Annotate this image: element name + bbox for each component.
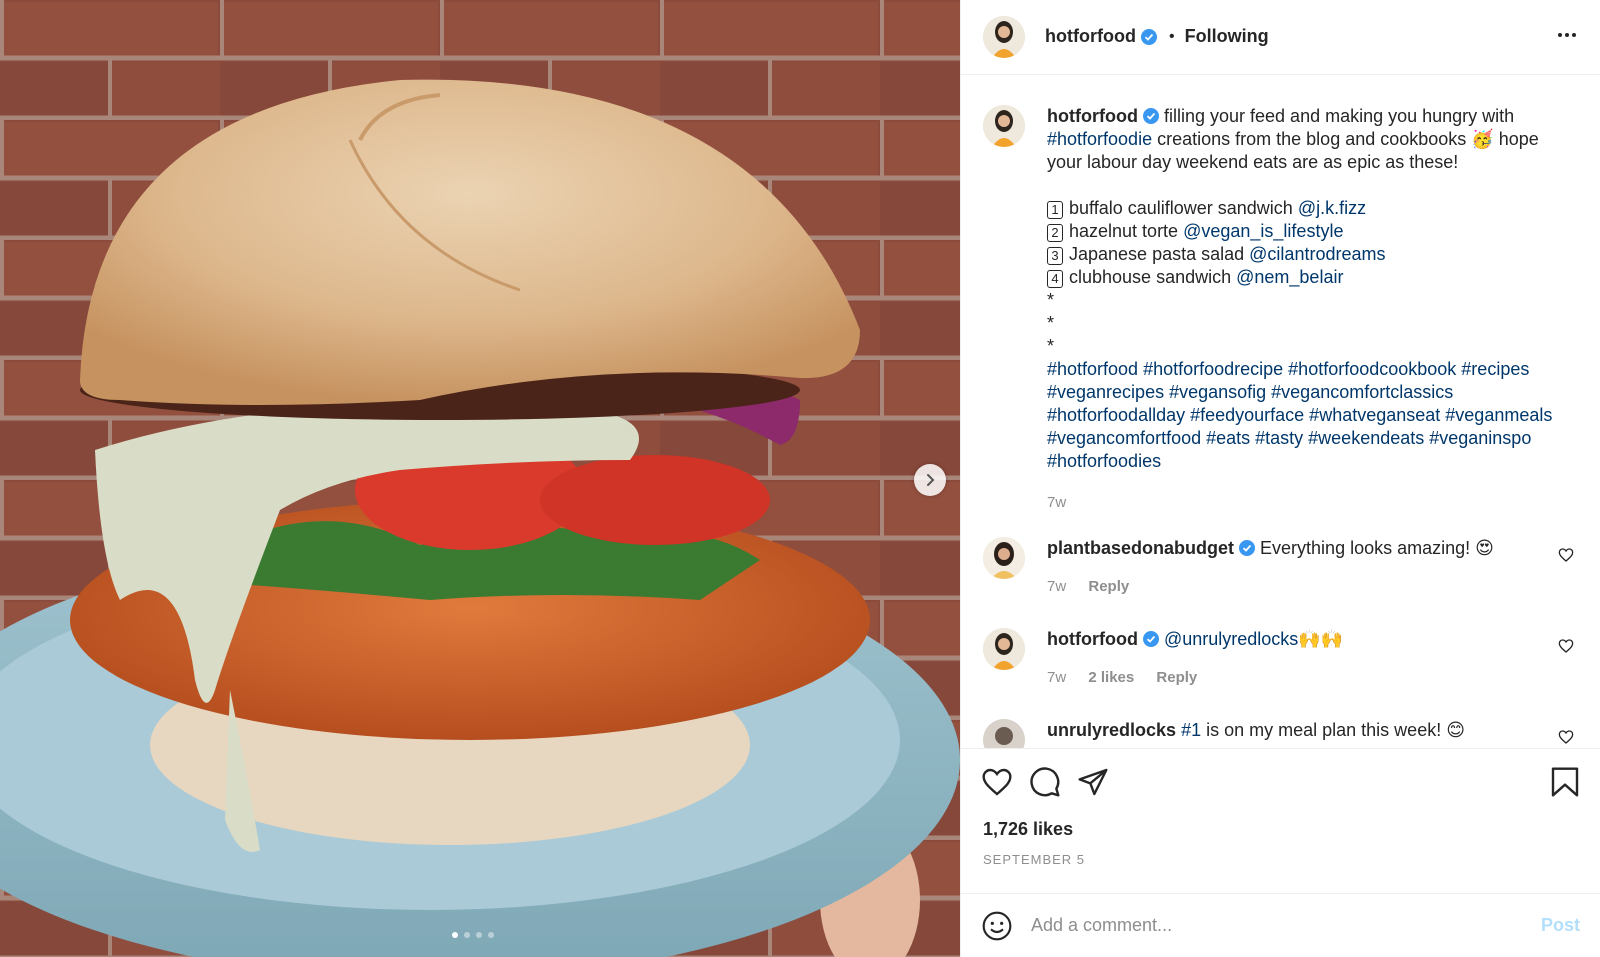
mention-link[interactable]: #1 (1181, 720, 1201, 740)
avatar[interactable] (983, 104, 1025, 147)
post-actions: 1,726 likes SEPTEMBER 5 Post (961, 747, 1600, 957)
more-icon[interactable] (1556, 24, 1578, 46)
comment-text: Everything looks amazing! 😍 (1260, 537, 1494, 558)
mention-link[interactable]: @cilantrodreams (1249, 244, 1385, 264)
heart-icon[interactable] (981, 766, 1013, 798)
comment-time[interactable]: 7w (1047, 669, 1066, 686)
next-arrow-icon (927, 474, 935, 486)
post-date: SEPTEMBER 5 (983, 851, 1086, 867)
mention-link[interactable]: @unrulyredlocks (1164, 629, 1298, 649)
header-username[interactable]: hotforfood (1045, 26, 1136, 47)
comment-meta: 7w 2 likes Reply (1047, 666, 1343, 689)
caption-list-item: 3 Japanese pasta salad @cilantrodreams (1047, 243, 1578, 266)
comment-meta: 7w Reply (1047, 575, 1494, 598)
caption-list-item: 1 buffalo cauliflower sandwich @j.k.fizz (1047, 197, 1578, 220)
post-header: hotforfood • Following (961, 0, 1600, 75)
comment-input[interactable] (1031, 915, 1541, 936)
comment-likes[interactable]: 2 likes (1088, 669, 1134, 686)
mention-link[interactable]: @nem_belair (1236, 267, 1343, 287)
hashtag-link[interactable]: #hotforfoodie (1047, 129, 1152, 149)
mention-link[interactable]: @j.k.fizz (1298, 198, 1366, 218)
action-icons (981, 765, 1580, 799)
comment-text: 🙌🙌 (1298, 628, 1344, 649)
reply-button[interactable]: Reply (1156, 669, 1197, 686)
caption-time[interactable]: 7w (1047, 494, 1066, 511)
verified-badge-icon (1140, 28, 1157, 45)
comment-username[interactable]: hotforfood (1047, 629, 1138, 649)
likes-count[interactable]: 1,726 likes (983, 819, 1073, 840)
comment-time[interactable]: 7w (1047, 578, 1066, 595)
carousel-dot (476, 932, 482, 938)
avatar[interactable] (983, 627, 1025, 670)
caption-star: * (1047, 335, 1055, 356)
carousel-indicator (452, 932, 494, 938)
comment-text: is on my meal plan this week! 😊 (1206, 719, 1465, 740)
list-text: hazelnut torte (1069, 220, 1179, 241)
caption-star: * (1047, 289, 1055, 310)
comment-item: unrulyredlocks #1 is on my meal plan thi… (983, 718, 1578, 748)
number-box: 4 (1047, 269, 1063, 288)
list-text: clubhouse sandwich (1069, 266, 1232, 287)
verified-badge-icon (1239, 539, 1256, 556)
bookmark-icon[interactable] (1550, 766, 1580, 798)
avatar[interactable] (983, 718, 1025, 748)
avatar[interactable] (983, 15, 1025, 58)
caption-hashtags[interactable]: #hotforfood #hotforfoodrecipe #hotforfoo… (1047, 358, 1578, 473)
verified-badge-icon (1142, 630, 1159, 647)
mention-link[interactable]: @vegan_is_lifestyle (1183, 221, 1343, 241)
reply-button[interactable]: Reply (1088, 578, 1129, 595)
comments-scroll-area[interactable]: hotforfood filling your feed and making … (961, 75, 1600, 748)
caption-username[interactable]: hotforfood (1047, 106, 1138, 126)
following-button[interactable]: Following (1185, 26, 1269, 47)
number-box: 3 (1047, 246, 1063, 265)
like-comment-heart-icon[interactable] (1558, 547, 1574, 563)
header-separator: • (1168, 27, 1175, 45)
post-container: hotforfood • Following hotforfood fillin… (0, 0, 1600, 957)
caption-star: * (1047, 312, 1055, 333)
burger-photo (0, 0, 960, 957)
emoji-icon[interactable] (981, 910, 1013, 942)
caption-text: hotforfood filling your feed and making … (1047, 105, 1578, 174)
list-text: Japanese pasta salad (1069, 243, 1245, 264)
comment-icon[interactable] (1029, 766, 1061, 798)
share-icon[interactable] (1077, 766, 1109, 798)
carousel-dot (464, 932, 470, 938)
post-caption: hotforfood filling your feed and making … (983, 104, 1578, 514)
caption-list-item: 2 hazelnut torte @vegan_is_lifestyle (1047, 220, 1578, 243)
caption-line: filling your feed and making you hungry … (1163, 105, 1515, 126)
comment-username[interactable]: plantbasedonabudget (1047, 538, 1234, 558)
post-comment-button[interactable]: Post (1541, 915, 1580, 936)
comment-item: hotforfood @unrulyredlocks🙌🙌 7w 2 likes … (983, 627, 1578, 689)
post-media[interactable] (0, 0, 960, 957)
post-side-panel: hotforfood • Following hotforfood fillin… (960, 0, 1600, 957)
carousel-dot (488, 932, 494, 938)
carousel-dot (452, 932, 458, 938)
avatar[interactable] (983, 536, 1025, 579)
next-image-button[interactable] (914, 464, 946, 496)
number-box: 1 (1047, 200, 1063, 219)
like-comment-heart-icon[interactable] (1558, 638, 1574, 654)
comment-username[interactable]: unrulyredlocks (1047, 720, 1176, 740)
caption-list-item: 4 clubhouse sandwich @nem_belair (1047, 266, 1578, 289)
comment-form: Post (961, 893, 1600, 957)
list-text: buffalo cauliflower sandwich (1069, 197, 1293, 218)
comment-item: plantbasedonabudget Everything looks ama… (983, 536, 1578, 598)
number-box: 2 (1047, 223, 1063, 242)
like-comment-heart-icon[interactable] (1558, 729, 1574, 745)
caption-meta: 7w (1047, 491, 1578, 514)
verified-badge-icon (1142, 107, 1159, 124)
